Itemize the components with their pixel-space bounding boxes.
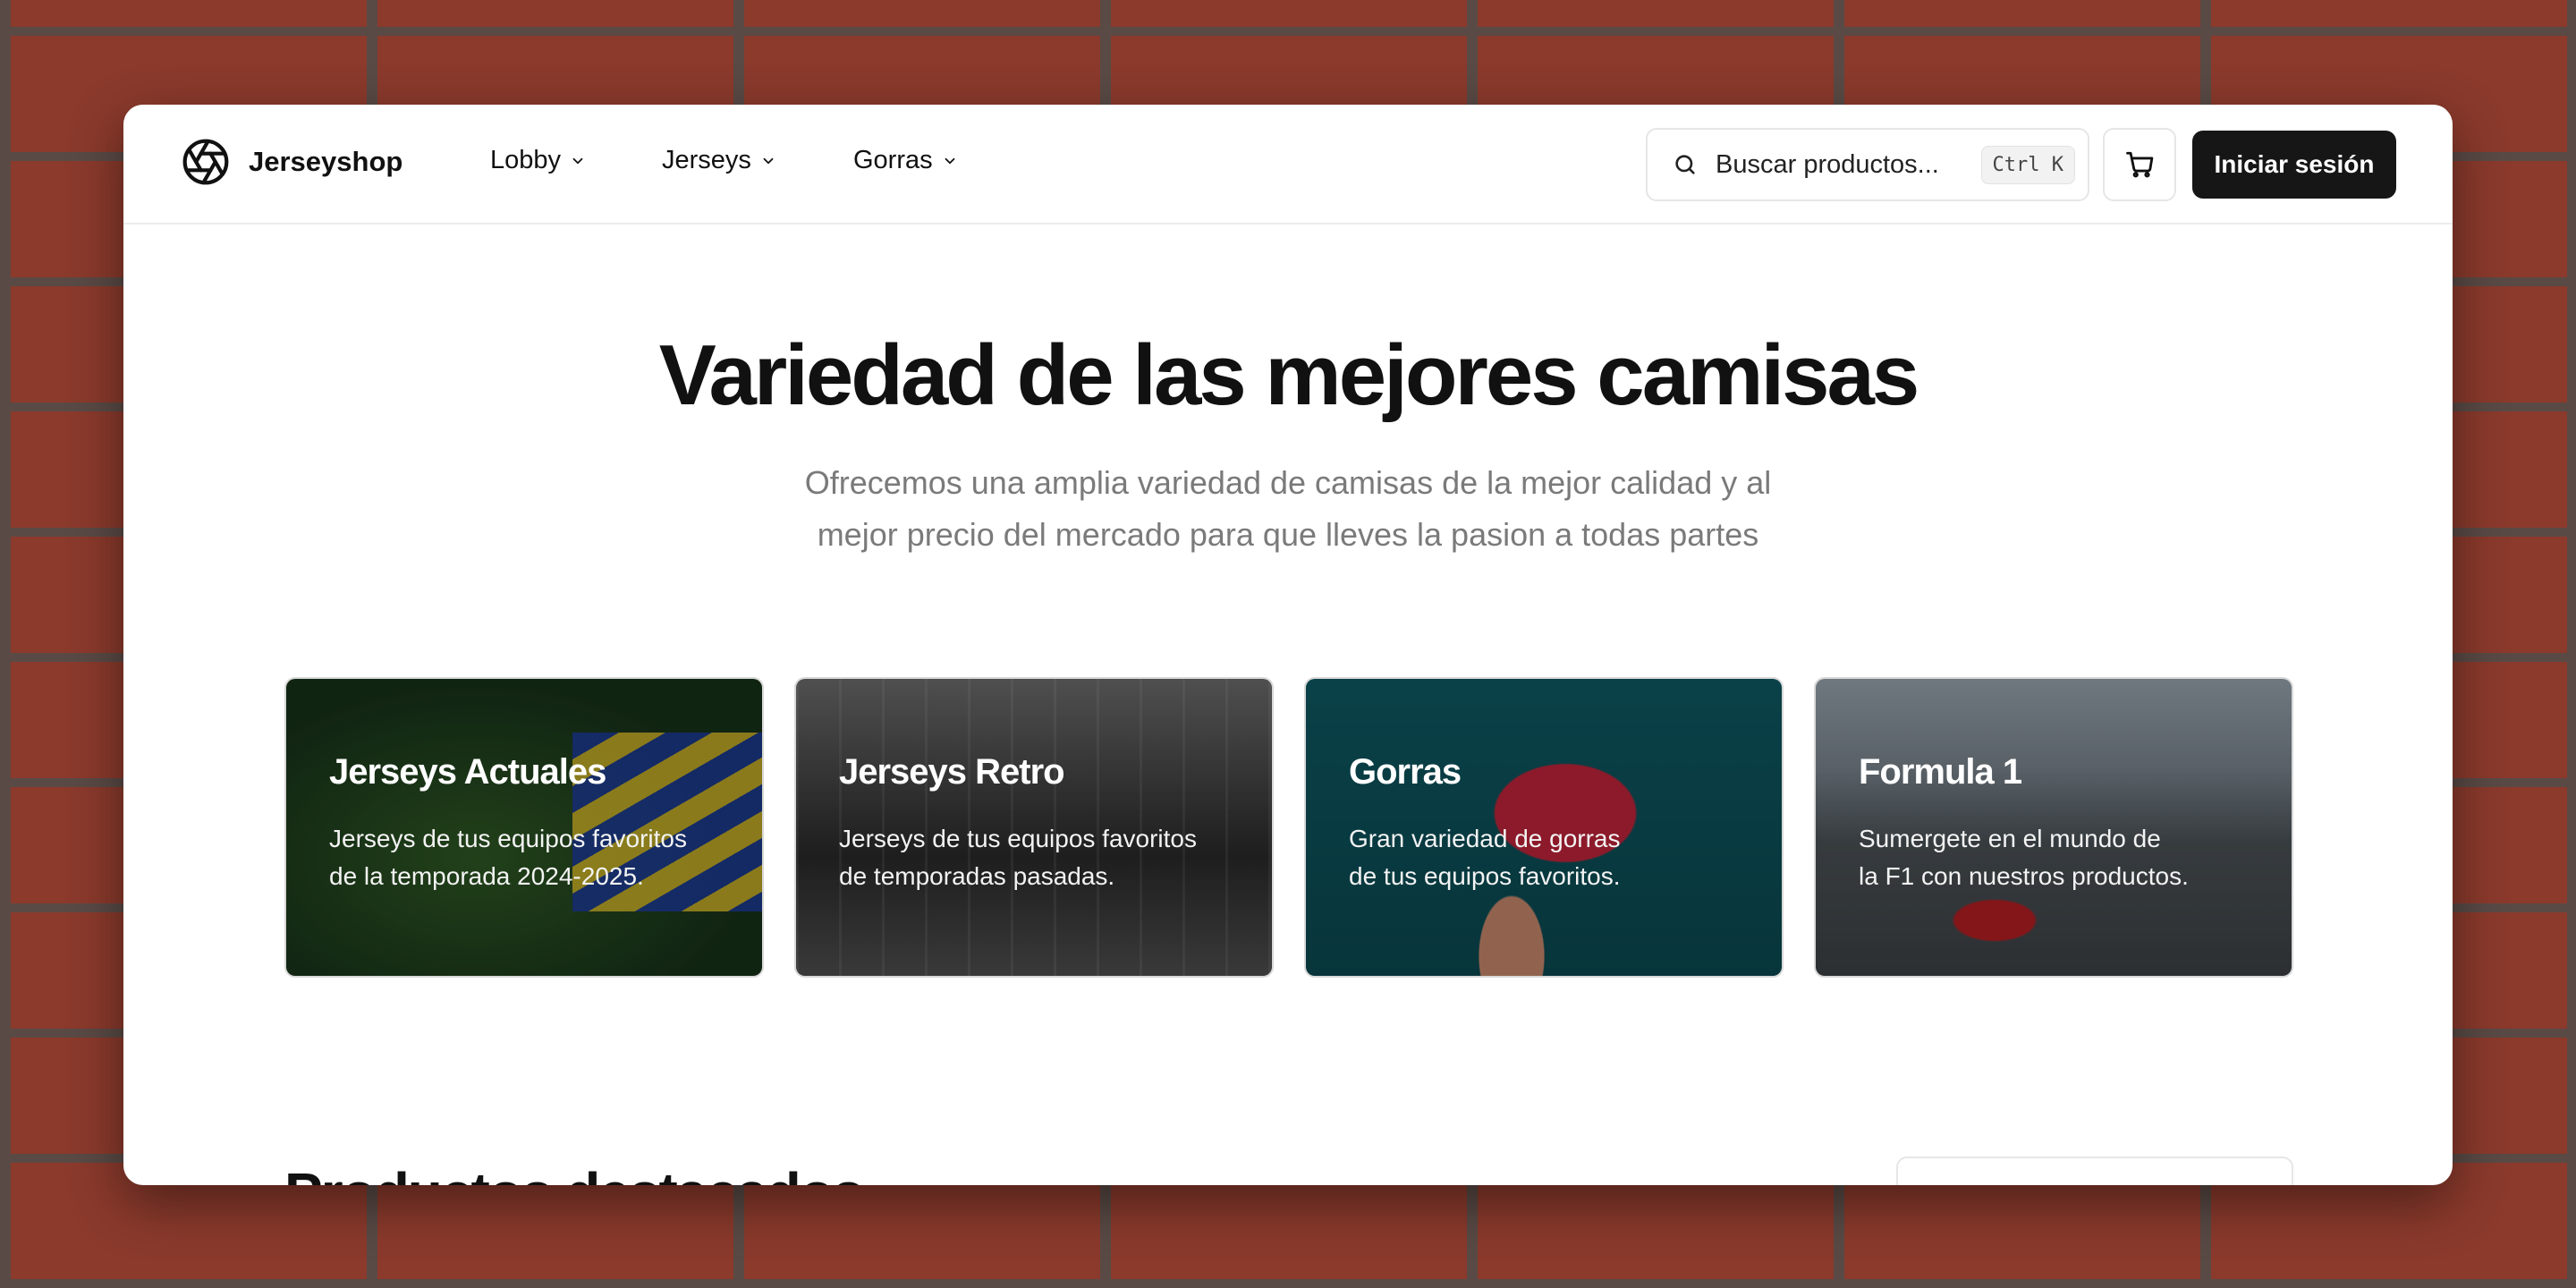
card-description: Jerseys de tus equipos favoritos de temp… [839, 825, 1197, 890]
card-description: Sumergete en el mundo de la F1 con nuest… [1859, 825, 2189, 890]
nav-item-label: Gorras [853, 146, 933, 174]
chevron-down-icon [572, 157, 583, 164]
featured-products-title: Productos destacados [284, 1160, 864, 1185]
category-card-jerseys-retro[interactable]: Jerseys Retro Jerseys de tus equipos fav… [794, 677, 1274, 978]
category-card-jerseys-actuales[interactable]: Jerseys Actuales Jerseys de tus equipos … [284, 677, 764, 978]
card-title: Formula 1 [1859, 752, 2022, 792]
card-description: Gran variedad de gorras de tus equipos f… [1349, 825, 1621, 890]
browser-window: Jerseyshop Lobby Jerseys Gorras Buscar p… [123, 105, 2453, 1185]
hero-subtitle-line: Ofrecemos una amplia variedad de camisas… [804, 464, 1772, 501]
category-card-gorras[interactable]: Gorras Gran variedad de gorras de tus eq… [1304, 677, 1784, 978]
card-title: Jerseys Actuales [329, 752, 606, 792]
keyboard-shortcut-badge: Ctrl K [1980, 145, 2075, 184]
nav-item-label: Jerseys [662, 146, 751, 174]
nav-item-label: Lobby [490, 146, 562, 174]
card-title: Gorras [1349, 752, 1462, 792]
search-input[interactable]: Buscar productos... Ctrl K [1646, 128, 2089, 201]
nav-item-lobby[interactable]: Lobby [490, 146, 586, 175]
navbar: Jerseyshop Lobby Jerseys Gorras Buscar p… [123, 105, 2453, 225]
category-card-formula-1[interactable]: Formula 1 Sumergete en el mundo de la F1… [1814, 677, 2293, 978]
brand-name: Jerseyshop [249, 146, 403, 177]
nav-item-gorras[interactable]: Gorras [853, 146, 958, 175]
login-button[interactable]: Iniciar sesión [2192, 131, 2396, 199]
search-placeholder: Buscar productos... [1716, 149, 1939, 179]
cart-button[interactable] [2103, 128, 2176, 201]
chevron-down-icon [945, 157, 955, 164]
search-icon [1675, 155, 1695, 174]
hero-subtitle: Ofrecemos una amplia variedad de camisas… [707, 457, 1869, 561]
hero-title: Variedad de las mejores camisas [658, 327, 1920, 423]
sort-dropdown[interactable] [1896, 1157, 2293, 1185]
brand-logo[interactable]: Jerseyshop [181, 137, 402, 187]
nav-item-jerseys[interactable]: Jerseys [662, 146, 776, 175]
chevron-down-icon [763, 157, 774, 164]
card-title: Jerseys Retro [839, 752, 1065, 792]
card-description: Jerseys de tus equipos favoritos de la t… [329, 825, 687, 890]
aperture-icon [182, 139, 229, 185]
hero-subtitle-line: mejor precio del mercado para que lleves… [817, 516, 1759, 553]
cart-icon [2126, 151, 2154, 178]
